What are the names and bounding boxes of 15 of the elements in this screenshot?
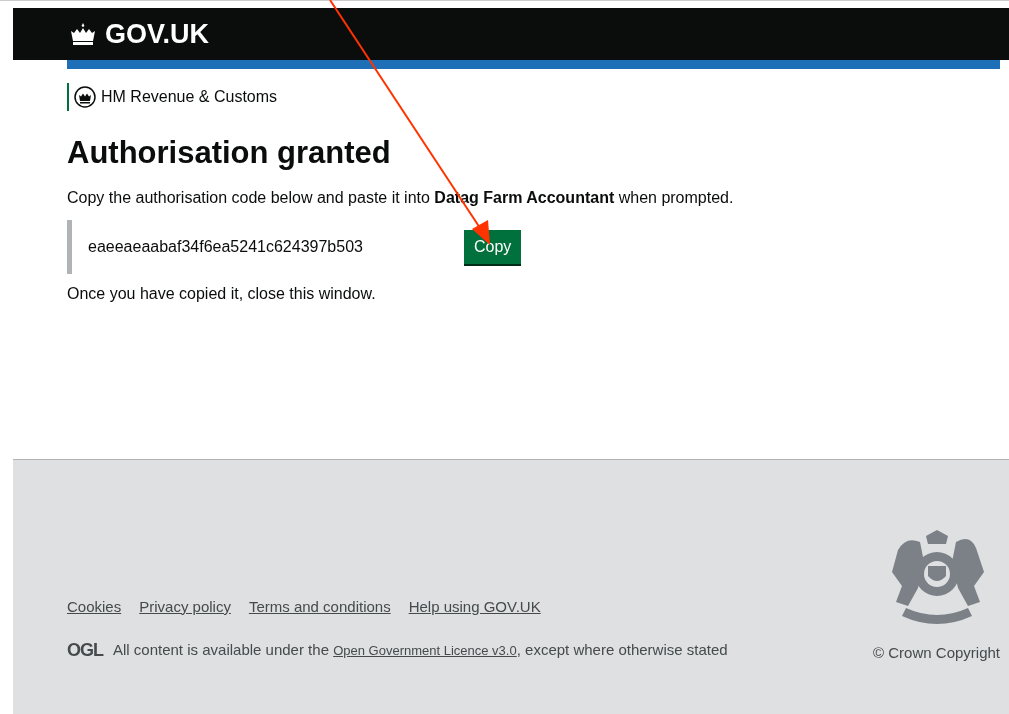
footer-link[interactable]: Help using GOV.UK [408, 595, 541, 618]
licence-text: All content is available under the Open Government Licence v3.0, except where otherwise stated [113, 640, 728, 661]
licence-link[interactable]: Open Government Licence v3.0 [333, 643, 517, 659]
govuk-logo-link[interactable]: GOV.UK [67, 13, 210, 55]
copy-button[interactable]: Copy [464, 230, 522, 264]
copyright-text: © Crown Copyright [873, 642, 1000, 663]
department-name: HM Revenue & Customs [101, 87, 278, 107]
page-heading: Authorisation granted [67, 134, 392, 172]
closing-text: Once you have copied it, close this window. [67, 284, 377, 304]
crown-emblem-icon [74, 86, 96, 108]
footer-link[interactable]: Privacy policy [139, 595, 231, 618]
footer-link[interactable]: Cookies [67, 595, 122, 618]
authorisation-code: eaeeaeaabaf34f6ea5241c624397b503 [88, 237, 364, 257]
ogl-logo: OGL [67, 639, 103, 662]
footer-link[interactable]: Terms and conditions [248, 595, 391, 618]
